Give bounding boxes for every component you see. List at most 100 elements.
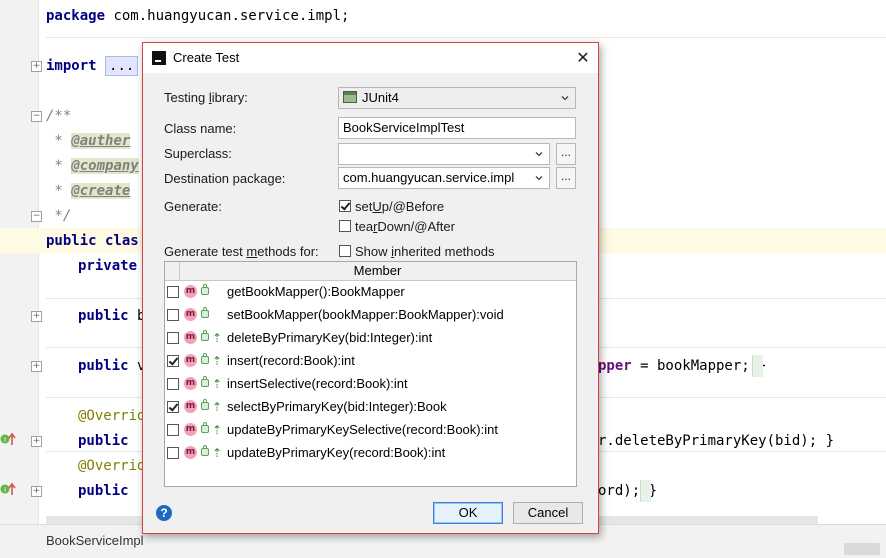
- implements-method-icon[interactable]: I: [0, 431, 16, 447]
- override-arrow-icon: ⇡: [212, 354, 223, 368]
- fold-expand-icon[interactable]: +: [31, 61, 42, 72]
- method-icon: m: [184, 423, 197, 436]
- method-icon: m: [184, 331, 197, 344]
- implements-method-icon[interactable]: I: [0, 481, 16, 497]
- override-arrow-icon: ⇡: [212, 377, 223, 391]
- code-line-class-decl: public clas: [46, 233, 139, 249]
- code-line-insert-method: public: [78, 483, 129, 499]
- keyword-package: package: [46, 8, 106, 24]
- code-line-setter-tail: pper = bookMapper; }: [598, 358, 767, 374]
- javadoc-tag-auther: @auther: [71, 133, 131, 149]
- fold-expand-icon[interactable]: +: [31, 486, 42, 497]
- member-row[interactable]: m ⇡ insertSelective(record:Book):int: [165, 373, 576, 396]
- brace-highlight: [640, 480, 651, 502]
- member-row[interactable]: m ⇡ deleteByPrimaryKey(bid:Integer):int: [165, 327, 576, 350]
- method-separator: [46, 37, 886, 38]
- member-row[interactable]: m ⇡ insert(record:Book):int: [165, 350, 576, 373]
- watermark: [844, 543, 880, 555]
- chevron-down-icon: [535, 152, 543, 157]
- method-icon: m: [184, 285, 197, 298]
- member-row[interactable]: m setBookMapper(bookMapper:BookMapper):vo…: [165, 304, 576, 327]
- help-icon[interactable]: ?: [156, 505, 172, 521]
- member-name: getBookMapper():BookMapper: [227, 284, 405, 299]
- public-lock-icon: [201, 353, 209, 364]
- fold-expand-icon[interactable]: +: [31, 436, 42, 447]
- teardown-checkbox-label[interactable]: tearDown/@After: [355, 219, 455, 234]
- public-lock-icon: [201, 445, 209, 456]
- destination-package-combo[interactable]: com.huangyucan.service.impl: [338, 167, 550, 189]
- superclass-label: Superclass:: [164, 146, 232, 161]
- destination-package-label: Destination package:: [164, 171, 286, 186]
- member-checkbox[interactable]: [167, 378, 179, 390]
- setup-checkbox[interactable]: [339, 200, 351, 212]
- code-line-comment-open: /**: [46, 108, 72, 124]
- superclass-combo[interactable]: [338, 143, 550, 165]
- member-checkbox[interactable]: [167, 332, 179, 344]
- member-checkbox[interactable]: [167, 401, 179, 413]
- teardown-checkbox[interactable]: [339, 220, 351, 232]
- code-line-comment-company: * @company: [46, 158, 139, 174]
- code-line-comment-create: * @create: [46, 183, 131, 199]
- test-methods-label: Generate test methods for:: [164, 244, 319, 259]
- brace-highlight: [752, 355, 763, 377]
- member-name: insert(record:Book):int: [227, 353, 355, 368]
- testing-library-value: JUnit4: [362, 90, 399, 105]
- class-name-input[interactable]: BookServiceImplTest: [338, 117, 576, 139]
- fold-expand-icon[interactable]: +: [31, 311, 42, 322]
- member-checkbox[interactable]: [167, 286, 179, 298]
- override-arrow-icon: ⇡: [212, 423, 223, 437]
- fold-collapse-icon[interactable]: −: [31, 111, 42, 122]
- override-arrow-icon: ⇡: [212, 446, 223, 460]
- member-name: setBookMapper(bookMapper:BookMapper):voi…: [227, 307, 504, 322]
- code-line-getter: public b: [78, 308, 146, 324]
- member-checkbox[interactable]: [167, 447, 179, 459]
- fold-end-icon[interactable]: −: [31, 211, 42, 222]
- member-row[interactable]: m ⇡ updateByPrimaryKey(record:Book):int: [165, 442, 576, 465]
- ok-button[interactable]: OK: [433, 502, 503, 524]
- public-lock-icon: [201, 330, 209, 341]
- intellij-app-icon: [152, 51, 166, 65]
- override-arrow-icon: ⇡: [212, 400, 223, 414]
- svg-text:I: I: [4, 486, 6, 494]
- member-row[interactable]: m ⇡ selectByPrimaryKey(bid:Integer):Book: [165, 396, 576, 419]
- public-lock-icon: [201, 399, 209, 410]
- dialog-title: Create Test: [173, 50, 240, 65]
- svg-text:I: I: [4, 436, 6, 444]
- testing-library-label: Testing library:: [164, 90, 248, 105]
- member-checkbox[interactable]: [167, 309, 179, 321]
- show-inherited-checkbox[interactable]: [339, 245, 351, 257]
- package-name: com.huangyucan.service.impl;: [105, 8, 350, 24]
- member-column-header[interactable]: Member: [179, 262, 576, 280]
- member-name: deleteByPrimaryKey(bid:Integer):int: [227, 330, 433, 345]
- folded-imports[interactable]: ...: [105, 56, 139, 76]
- breadcrumb-class[interactable]: BookServiceImpl: [46, 533, 144, 548]
- member-table-header: Member: [165, 262, 576, 281]
- close-icon[interactable]: ✕: [568, 43, 598, 73]
- setup-checkbox-label[interactable]: setUp/@Before: [355, 199, 444, 214]
- member-checkbox[interactable]: [167, 355, 179, 367]
- fold-expand-icon[interactable]: +: [31, 361, 42, 372]
- member-row[interactable]: m getBookMapper():BookMapper: [165, 281, 576, 304]
- javadoc-tag-company: @company: [71, 158, 139, 174]
- override-arrow-icon: ⇡: [212, 331, 223, 345]
- junit-icon: [343, 91, 357, 103]
- cancel-button[interactable]: Cancel: [513, 502, 583, 524]
- show-inherited-label[interactable]: Show inherited methods: [355, 244, 494, 259]
- member-checkbox[interactable]: [167, 424, 179, 436]
- javadoc-tag-create: @create: [71, 183, 131, 199]
- generate-label: Generate:: [164, 199, 222, 214]
- superclass-browse-button[interactable]: ...: [556, 143, 576, 165]
- destination-package-browse-button[interactable]: ...: [556, 167, 576, 189]
- testing-library-select[interactable]: JUnit4: [338, 87, 576, 109]
- select-column-header[interactable]: [165, 262, 180, 280]
- code-line-override-annotation: @Overrid: [78, 408, 146, 424]
- code-line-comment-close: */: [46, 208, 72, 224]
- dialog-titlebar[interactable]: Create Test ✕: [143, 43, 598, 73]
- method-icon: m: [184, 354, 197, 367]
- member-table[interactable]: Member m getBookMapper():BookMapper m setBo…: [164, 261, 577, 487]
- public-lock-icon: [201, 307, 209, 318]
- public-lock-icon: [201, 422, 209, 433]
- keyword-import: import: [46, 58, 97, 74]
- member-row[interactable]: m ⇡ updateByPrimaryKeySelective(record:Boo…: [165, 419, 576, 442]
- member-name: insertSelective(record:Book):int: [227, 376, 408, 391]
